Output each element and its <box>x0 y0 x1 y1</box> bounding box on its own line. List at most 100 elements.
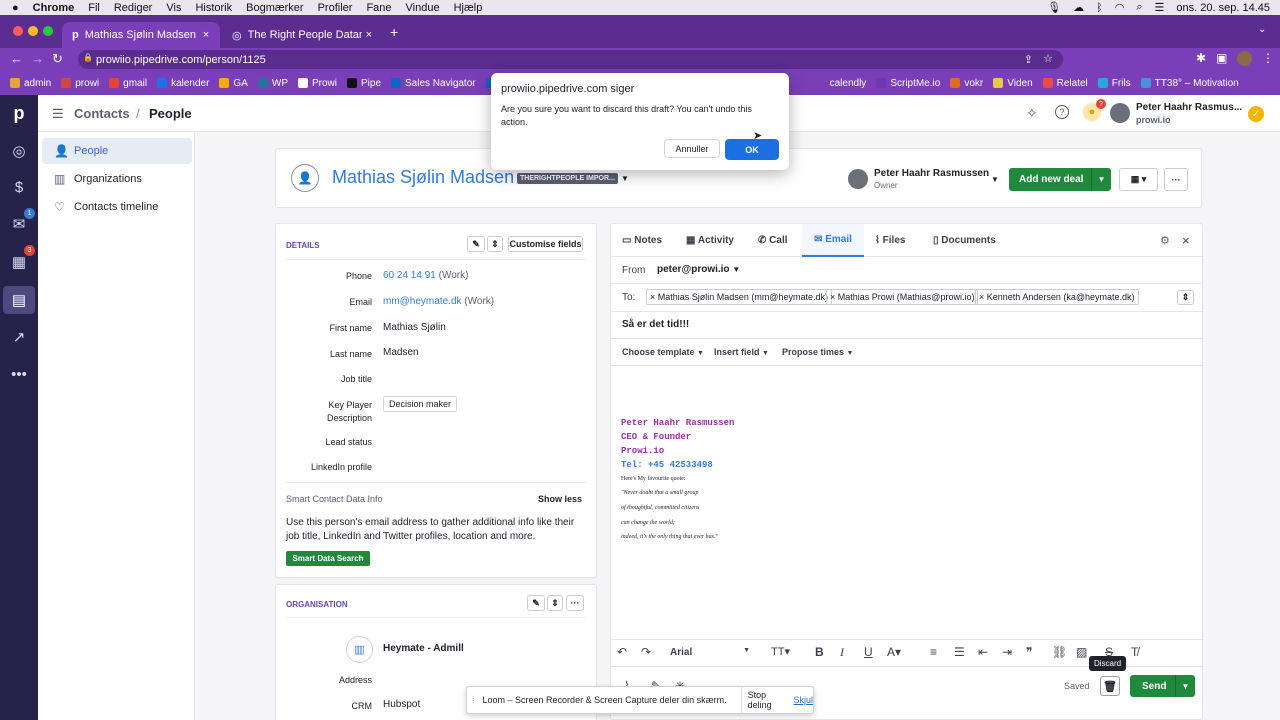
image-icon[interactable]: ▨ <box>1076 645 1087 659</box>
bookmark-prowi-2[interactable]: Prowi <box>297 78 337 89</box>
send-button[interactable]: Send ▼ <box>1130 675 1195 697</box>
tab-documents[interactable]: ▯ Documents <box>933 235 996 246</box>
contacts-card-icon[interactable]: ▤ <box>9 290 29 310</box>
remove-recipient-icon[interactable]: × <box>979 292 984 302</box>
bookmark-kalender[interactable]: kalender <box>157 78 209 89</box>
drag-handle-icon[interactable]: ⁞ <box>472 695 475 705</box>
chrome-menu-icon[interactable]: ⋮ <box>1262 51 1274 65</box>
recipient-chip[interactable]: × Mathias Prowi (Mathias@prowi.io) <box>826 289 979 305</box>
browser-tab[interactable]: ◎ The Right People Datamanager × <box>222 22 382 48</box>
propose-times-dropdown[interactable]: Propose times ▼ <box>782 347 853 357</box>
close-composer-icon[interactable]: × <box>1182 233 1190 248</box>
phone-value[interactable]: 60 24 14 91 (Work) <box>383 270 468 281</box>
bookmark-calendly[interactable]: calendly <box>830 78 867 89</box>
window-zoom-button[interactable] <box>43 26 53 36</box>
url-bar[interactable]: 🔒 prowiio.pipedrive.com/person/1125 ⇪ ☆ <box>78 50 1063 69</box>
dialog-ok-button[interactable]: OK <box>725 139 779 160</box>
menu-app[interactable]: Chrome <box>33 2 75 14</box>
reorder-details-button[interactable]: ⇕ <box>487 236 503 252</box>
recipient-chip[interactable]: × Kenneth Andersen (ka@heymate.dk) <box>975 289 1139 305</box>
apple-icon[interactable]: ● <box>12 2 19 14</box>
bluetooth-icon[interactable]: ᛒ <box>1096 2 1103 14</box>
discard-button[interactable]: 🗑 <box>1100 676 1120 696</box>
back-arrow-icon[interactable]: ← <box>10 51 23 66</box>
bookmark-admin[interactable]: admin <box>10 78 51 89</box>
person-label-tag[interactable]: THERIGHTPEOPLE IMPOR... <box>517 173 618 184</box>
extensions-icon[interactable]: ✱ <box>1196 51 1206 65</box>
wifi-icon[interactable]: ◠ <box>1115 1 1125 14</box>
underline-icon[interactable]: U <box>864 645 873 659</box>
choose-template-dropdown[interactable]: Choose template ▼ <box>622 347 704 357</box>
pipedrive-logo-icon[interactable]: p <box>9 103 29 123</box>
font-family-select[interactable]: Arial ▼ <box>670 647 750 658</box>
tab-call[interactable]: ✆ Call <box>758 235 788 246</box>
phone-link[interactable]: 60 24 14 91 <box>383 270 436 281</box>
browser-tab-active[interactable]: p Mathias Sjølin Madsen - conta × <box>62 22 220 48</box>
sidebar-item-contacts-timeline[interactable]: ♡ Contacts timeline <box>42 194 192 220</box>
menu-bogmaerker[interactable]: Bogmærker <box>246 2 303 14</box>
forward-arrow-icon[interactable]: → <box>31 51 44 66</box>
microphone-icon[interactable]: 🎙 <box>1047 1 1061 14</box>
bookmark-gmail[interactable]: gmail <box>109 78 147 89</box>
reload-icon[interactable]: ↻ <box>52 51 63 67</box>
first-name-value[interactable]: Mathias Sjølin <box>383 322 446 333</box>
show-less-link[interactable]: Show less <box>538 494 582 504</box>
email-link[interactable]: mm@heymate.dk <box>383 296 462 307</box>
control-center-icon[interactable]: ☰ <box>1155 1 1165 14</box>
customise-fields-button[interactable]: Customise fields <box>508 236 583 252</box>
ordered-list-icon[interactable]: ≡ <box>930 645 937 659</box>
clock-text[interactable]: ons. 20. sep. 14.45 <box>1176 2 1270 14</box>
remove-recipient-icon[interactable]: × <box>650 292 655 302</box>
link-icon[interactable]: ⛓ <box>1052 645 1067 659</box>
menu-rediger[interactable]: Rediger <box>114 2 153 14</box>
tab-files[interactable]: ⌇ Files <box>875 235 905 246</box>
tab-close-icon[interactable]: × <box>203 29 209 41</box>
tab-search-icon[interactable]: ⌄ <box>1258 24 1266 35</box>
share-icon[interactable]: ⇪ <box>1024 53 1033 66</box>
bookmark-prowi[interactable]: prowi <box>61 78 99 89</box>
sidebar-item-organizations[interactable]: ▥ Organizations <box>42 166 192 192</box>
cc-bcc-toggle-button[interactable]: ⇕ <box>1177 290 1194 305</box>
crm-value[interactable]: Hubspot <box>383 699 420 710</box>
tab-notes[interactable]: ▭ Notes <box>622 235 662 246</box>
quote-icon[interactable]: ❞ <box>1026 645 1032 659</box>
clear-format-icon[interactable]: T̸ <box>1131 645 1138 659</box>
bookmark-pipe[interactable]: Pipe <box>347 78 381 89</box>
bookmark-tt38[interactable]: TT38° – Motivation <box>1140 78 1239 89</box>
sidebar-item-people[interactable]: 👤 People <box>42 138 192 164</box>
recipient-chip[interactable]: × Mathias Sjølin Madsen (mm@heymate.dk) <box>646 289 832 305</box>
check-status-icon[interactable]: ✓ <box>1248 106 1264 122</box>
bullet-list-icon[interactable]: ☰ <box>954 645 965 659</box>
chevron-down-icon[interactable]: ▼ <box>1091 168 1111 191</box>
menu-fane[interactable]: Fane <box>366 2 391 14</box>
text-color-icon[interactable]: A▾ <box>887 645 901 659</box>
menu-vindue[interactable]: Vindue <box>406 2 440 14</box>
tab-activity[interactable]: ▦ Activity <box>686 235 734 246</box>
edit-details-button[interactable]: ✎ <box>467 236 485 252</box>
bookmark-relatel[interactable]: Relatel <box>1042 78 1088 89</box>
settings-gear-icon[interactable]: ⚙ <box>1160 234 1170 247</box>
org-more-button[interactable]: ··· <box>566 595 584 611</box>
remove-recipient-icon[interactable]: × <box>830 292 835 302</box>
bold-icon[interactable]: B <box>815 645 824 659</box>
menu-fil[interactable]: Fil <box>88 2 100 14</box>
leads-target-icon[interactable]: ◎ <box>9 141 29 161</box>
collapse-menu-icon[interactable]: ☰ <box>52 106 64 122</box>
font-size-icon[interactable]: TT▾ <box>771 645 790 658</box>
bookmark-wp[interactable]: WP <box>257 78 288 89</box>
breadcrumb-contacts[interactable]: Contacts <box>74 106 130 121</box>
organisation-name[interactable]: Heymate - Admill <box>383 643 464 654</box>
new-tab-icon[interactable]: + <box>390 24 398 40</box>
italic-icon[interactable]: I <box>840 645 844 660</box>
edit-org-button[interactable]: ✎ <box>527 595 545 611</box>
tab-close-icon[interactable]: × <box>366 29 372 41</box>
puzzle-icon[interactable]: ✧ <box>1026 105 1038 122</box>
tag-dropdown-icon[interactable]: ▼ <box>621 174 629 183</box>
insert-field-dropdown[interactable]: Insert field ▼ <box>714 347 769 357</box>
bookmark-sales-navigator[interactable]: Sales Navigator <box>391 78 476 89</box>
bookmark-scriptme[interactable]: ScriptMe.io <box>876 78 940 89</box>
cloud-icon[interactable]: ☁ <box>1073 1 1084 14</box>
from-select[interactable]: peter@prowi.io ▼ <box>657 264 740 275</box>
key-player-chip[interactable]: Decision maker <box>383 396 458 412</box>
subject-input[interactable]: Så er det tid!!! <box>622 319 689 330</box>
